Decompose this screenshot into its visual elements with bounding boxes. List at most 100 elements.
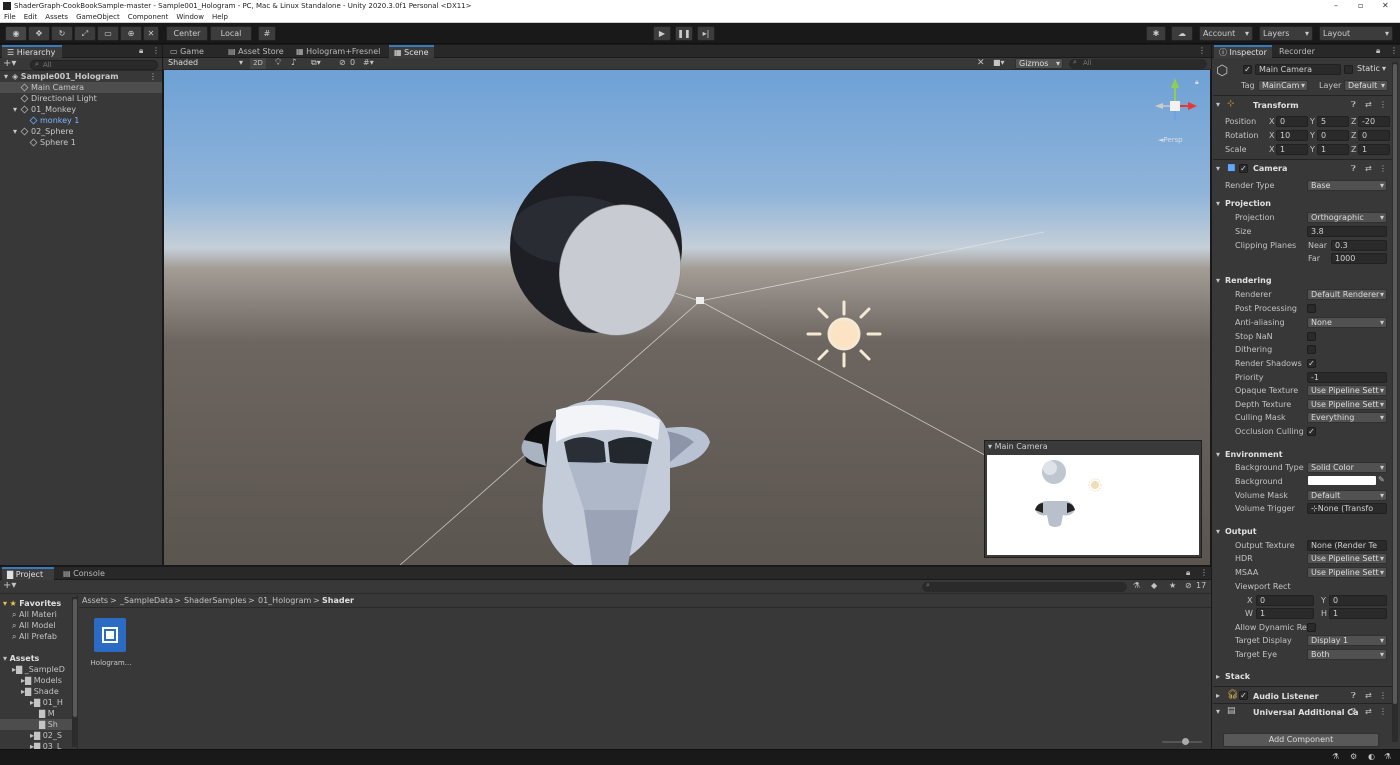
folder-tree-item[interactable]: ▇ M: [0, 708, 72, 719]
bake-status-icon[interactable]: ⚙: [1350, 752, 1357, 761]
fold-arrow-icon[interactable]: ▾: [1216, 450, 1220, 459]
scale-x-field[interactable]: 1: [1276, 144, 1308, 155]
volume-trigger-field[interactable]: ⊹None (Transfo: [1307, 503, 1387, 514]
background-type-dropdown[interactable]: Solid Color: [1307, 462, 1387, 473]
breadcrumb-shader[interactable]: Shader: [322, 596, 354, 605]
add-component-button[interactable]: Add Component: [1223, 733, 1379, 747]
folder-tree-item[interactable]: ▾ ★ Favorites: [0, 598, 72, 609]
hierarchy-row[interactable]: Sphere 1: [0, 137, 162, 148]
asset-hologram-shader[interactable]: Hologram...: [88, 618, 134, 674]
preset-icon[interactable]: ⇄: [1365, 164, 1372, 173]
hierarchy-row[interactable]: Main Camera: [0, 82, 162, 93]
audio-toggle-icon[interactable]: ♪: [291, 58, 297, 68]
help-icon[interactable]: ❓︎: [1351, 100, 1356, 110]
play-button[interactable]: ▶: [653, 26, 671, 41]
viewport-w-field[interactable]: 1: [1256, 608, 1314, 619]
create-add-button[interactable]: +▾: [3, 580, 16, 591]
output-texture-field[interactable]: None (Render Te: [1307, 540, 1387, 551]
render-shadows-checkbox[interactable]: ✓: [1307, 359, 1316, 368]
help-icon[interactable]: ❓︎: [1351, 164, 1356, 174]
tab-inspector[interactable]: ⓘ Inspector: [1214, 45, 1272, 58]
maximize-button[interactable]: ▫: [1358, 0, 1363, 12]
menu-window[interactable]: Window: [176, 12, 204, 22]
preset-icon[interactable]: ⇄: [1365, 100, 1372, 109]
rotation-y-field[interactable]: 0: [1317, 130, 1349, 141]
breadcrumb-shadersamples[interactable]: ShaderSamples: [184, 596, 247, 605]
pause-button[interactable]: ❚❚: [675, 26, 693, 41]
pivot-center-button[interactable]: Center: [166, 26, 208, 41]
msaa-dropdown[interactable]: Use Pipeline Sett: [1307, 567, 1387, 578]
tab-game[interactable]: ▭ Game: [165, 45, 209, 58]
post-processing-checkbox[interactable]: [1307, 304, 1316, 313]
transform-tool-button[interactable]: ⊕: [120, 26, 142, 41]
step-button[interactable]: ▸|: [697, 26, 715, 41]
folder-tree-item[interactable]: ⌕ All Prefab: [0, 631, 72, 642]
rendering-section[interactable]: Rendering: [1225, 276, 1272, 285]
inspector-scrollbar[interactable]: [1392, 62, 1398, 742]
monkey-object[interactable]: [521, 400, 710, 565]
object-name-field[interactable]: Main Camera: [1255, 64, 1341, 75]
preset-icon[interactable]: ⇄: [1365, 707, 1372, 716]
close-button[interactable]: ✕: [1382, 0, 1389, 12]
menu-component[interactable]: Component: [128, 12, 169, 22]
fold-arrow-icon[interactable]: ▾: [1216, 276, 1220, 285]
fold-arrow-icon[interactable]: ▸: [1216, 691, 1220, 700]
static-checkbox[interactable]: [1344, 65, 1353, 74]
sphere-object[interactable]: [510, 161, 699, 353]
scene-viewport[interactable]: ◄Persp 🔒︎ ▾ Main Camera: [164, 70, 1210, 565]
more-options-icon[interactable]: ⋮: [1379, 100, 1387, 109]
folder-tree-item[interactable]: ▸▇ 01_H: [0, 697, 72, 708]
perspective-label[interactable]: ◄Persp: [1158, 136, 1183, 144]
universal-additional-camera-title[interactable]: Universal Additional Ca: [1253, 708, 1359, 717]
folder-tree-item[interactable]: ▸▇ _SampleD: [0, 664, 72, 675]
custom-tool-button[interactable]: ✕: [143, 26, 159, 41]
far-field[interactable]: 1000: [1331, 253, 1387, 264]
projection-dropdown[interactable]: Orthographic: [1307, 212, 1387, 223]
hierarchy-search-input[interactable]: ⌕ All: [30, 60, 158, 70]
target-eye-dropdown[interactable]: Both: [1307, 649, 1387, 660]
effects-toggle-icon[interactable]: ⧉▾: [311, 58, 321, 68]
folder-tree-item[interactable]: ▸▇ Models: [0, 675, 72, 686]
grid-snap-button[interactable]: #: [258, 26, 276, 41]
more-options-icon[interactable]: ⋮: [149, 71, 157, 82]
fold-arrow-icon[interactable]: ▾: [1216, 707, 1220, 716]
antialiasing-dropdown[interactable]: None: [1307, 317, 1387, 328]
hierarchy-row[interactable]: ▾ ◈ Sample001_Hologram ⋮: [0, 71, 162, 82]
activity-icon[interactable]: ⚗: [1384, 752, 1391, 761]
tab-recorder[interactable]: Recorder: [1274, 45, 1320, 58]
position-x-field[interactable]: 0: [1276, 116, 1308, 127]
eyedropper-icon[interactable]: ✎: [1378, 475, 1385, 484]
favorite-star-icon[interactable]: ★: [1169, 581, 1176, 590]
opaque-texture-dropdown[interactable]: Use Pipeline Sett: [1307, 385, 1387, 396]
gizmos-dropdown[interactable]: Gizmos: [1015, 58, 1063, 69]
hierarchy-row[interactable]: Directional Light: [0, 93, 162, 104]
cloud-button[interactable]: ☁: [1171, 26, 1193, 41]
projection-section[interactable]: Projection: [1225, 199, 1271, 208]
fold-arrow-icon[interactable]: ▾: [4, 71, 12, 82]
priority-field[interactable]: -1: [1307, 372, 1387, 383]
menu-assets[interactable]: Assets: [45, 12, 68, 22]
lock-icon[interactable]: 🔒︎: [1195, 78, 1199, 87]
menu-file[interactable]: File: [4, 12, 16, 22]
fold-arrow-icon[interactable]: ▾: [1216, 527, 1220, 536]
dithering-checkbox[interactable]: [1307, 345, 1316, 354]
minimize-button[interactable]: –: [1334, 0, 1338, 12]
tab-scene[interactable]: ▦ Scene: [389, 45, 434, 58]
static-dropdown[interactable]: Static: [1354, 64, 1388, 75]
camera-gizmo-icon[interactable]: [696, 297, 704, 304]
slider-thumb[interactable]: [1182, 738, 1189, 745]
more-options-icon[interactable]: ⋮: [1379, 691, 1387, 700]
more-options-icon[interactable]: ⋮: [1379, 164, 1387, 173]
orientation-gizmo[interactable]: [1155, 78, 1197, 120]
allow-dynamic-resolution-checkbox[interactable]: [1307, 623, 1316, 632]
hierarchy-row[interactable]: ▾ 01_Monkey: [0, 104, 162, 115]
pivot-local-button[interactable]: Local: [210, 26, 252, 41]
tab-project[interactable]: ▇ Project: [2, 567, 54, 580]
shading-mode-dropdown[interactable]: Shaded: [165, 58, 245, 69]
account-dropdown[interactable]: Account ▾: [1199, 26, 1253, 41]
renderer-dropdown[interactable]: Default Renderer: [1307, 289, 1387, 300]
audio-listener-checkbox[interactable]: ✓: [1239, 691, 1248, 700]
viewport-y-field[interactable]: 0: [1329, 595, 1387, 606]
layers-dropdown[interactable]: Layers ▾: [1259, 26, 1313, 41]
menu-help[interactable]: Help: [212, 12, 228, 22]
